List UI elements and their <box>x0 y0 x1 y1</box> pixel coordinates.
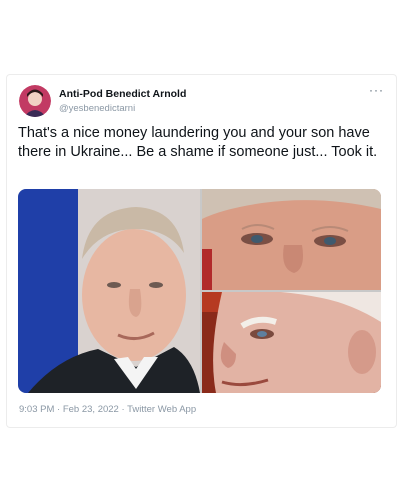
tweet-time[interactable]: 9:03 PM <box>19 404 54 415</box>
tweet-text: That's a nice money laundering you and y… <box>18 125 378 160</box>
tweet-card: Anti-Pod Benedict Arnold @yesbenedictarn… <box>6 74 397 428</box>
tweet-media-grid <box>18 189 381 393</box>
media-photo-bottom-right[interactable] <box>202 292 381 393</box>
more-horizontal-icon[interactable]: ··· <box>369 83 384 97</box>
tweet-date[interactable]: Feb 23, 2022 <box>63 404 119 415</box>
meta-separator: · <box>57 404 61 415</box>
tweet-meta: 9:03 PM · Feb 23, 2022 · Twitter Web App <box>19 404 196 415</box>
meta-separator: · <box>121 404 125 415</box>
user-handle[interactable]: @yesbenedictarni <box>59 103 135 114</box>
media-photo-left[interactable] <box>18 189 200 393</box>
display-name[interactable]: Anti-Pod Benedict Arnold <box>59 88 186 100</box>
tweet-source[interactable]: Twitter Web App <box>127 404 196 415</box>
avatar-image <box>19 85 51 117</box>
avatar[interactable] <box>19 85 51 117</box>
media-photo-top-right[interactable] <box>202 189 381 290</box>
